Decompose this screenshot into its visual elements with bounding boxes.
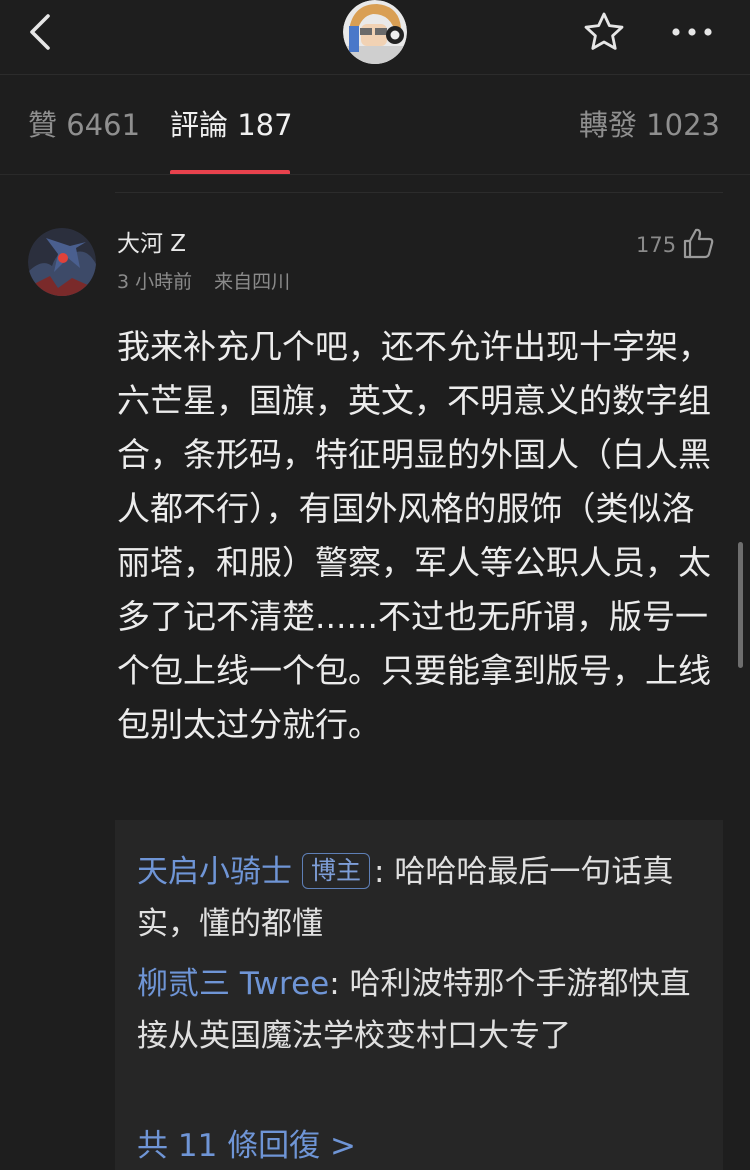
- commenter-username[interactable]: 大河 Z: [117, 228, 186, 260]
- comment-location: 来自四川: [214, 271, 291, 293]
- commenter-avatar[interactable]: [28, 228, 96, 296]
- chevron-left-icon[interactable]: [22, 10, 62, 54]
- reply-item: 柳贰三 Twree: 哈利波特那个手游都快直接从英国魔法学校变村口大专了: [137, 958, 703, 1062]
- reply-author[interactable]: 柳贰三 Twree: [137, 966, 329, 1002]
- author-badge: 博主: [302, 853, 371, 889]
- more-horizontal-icon[interactable]: [668, 14, 716, 50]
- reply-item: 天启小骑士 博主: 哈哈哈最后一句话真实，懂的都懂: [137, 846, 703, 950]
- reply-preview-box[interactable]: 天启小骑士 博主: 哈哈哈最后一句话真实，懂的都懂 柳贰三 Twree: 哈利波特…: [115, 820, 723, 1170]
- reply-author[interactable]: 天启小骑士: [137, 854, 292, 890]
- comment-time: 3 小時前: [117, 271, 193, 293]
- view-all-replies-link[interactable]: 共 11 條回復 >: [137, 1120, 356, 1170]
- tabs-divider: [0, 174, 750, 175]
- star-outline-icon[interactable]: [582, 10, 626, 54]
- comment-meta: 3 小時前 来自四川: [117, 268, 290, 296]
- tab-comments[interactable]: 評論 187: [170, 105, 293, 145]
- tab-reposts[interactable]: 轉發 1023: [579, 105, 720, 145]
- tab-likes[interactable]: 贊 6461: [28, 105, 140, 145]
- author-avatar[interactable]: [343, 0, 407, 64]
- scrollbar[interactable]: [738, 542, 743, 668]
- top-navigation-bar: [0, 0, 750, 75]
- comment-like-count: 175: [636, 233, 677, 257]
- weibo-comment-screen: 贊 6461 評論 187 轉發 1023 大河 Z 3 小時前 来自四川 175…: [0, 0, 750, 1170]
- thumb-up-outline-icon[interactable]: [681, 226, 715, 260]
- tab-bar: 贊 6461 評論 187 轉發 1023: [0, 75, 750, 175]
- comment-text: 我来补充几个吧，还不允许出现十字架，六芒星，国旗，英文，不明意义的数字组合，条形…: [117, 327, 711, 744]
- comment-divider: [115, 192, 723, 193]
